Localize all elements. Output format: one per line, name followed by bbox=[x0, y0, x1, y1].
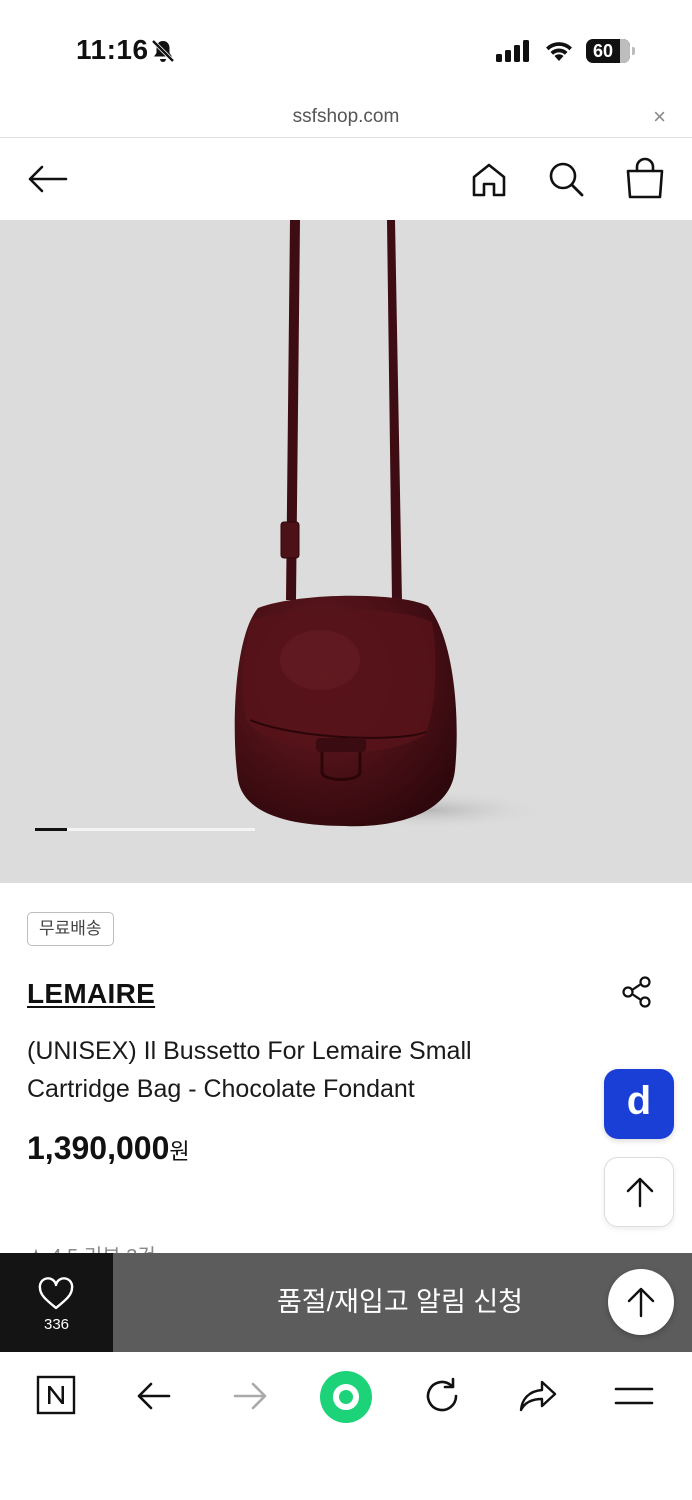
product-price: 1,390,000원 bbox=[27, 1130, 190, 1167]
naver-n-icon[interactable] bbox=[36, 1375, 76, 1415]
home-icon[interactable] bbox=[470, 161, 508, 199]
battery-level: 60 bbox=[592, 41, 614, 61]
image-pager-current bbox=[35, 828, 67, 831]
share-icon[interactable] bbox=[620, 975, 654, 1009]
brand-link[interactable]: LEMAIRE bbox=[27, 978, 155, 1010]
d-app-button[interactable]: d bbox=[604, 1069, 674, 1139]
status-bar: 11:16 60 bbox=[0, 0, 692, 100]
price-currency: 원 bbox=[169, 1139, 190, 1164]
wifi-icon bbox=[546, 42, 572, 61]
battery-indicator: 60 bbox=[586, 39, 630, 63]
refresh-icon[interactable] bbox=[423, 1377, 461, 1415]
back-arrow-icon[interactable] bbox=[28, 165, 68, 193]
forward-icon[interactable] bbox=[232, 1381, 268, 1411]
arrow-up-icon bbox=[627, 1287, 655, 1318]
review-summary[interactable]: ★ 4.5 리뷰 3건 bbox=[27, 1240, 156, 1254]
shopping-bag-icon[interactable] bbox=[625, 157, 665, 199]
product-name: (UNISEX) Il Bussetto For Lemaire Small C… bbox=[27, 1037, 472, 1103]
product-image[interactable] bbox=[0, 220, 692, 883]
heart-icon bbox=[38, 1277, 74, 1310]
cellular-signal-icon bbox=[496, 40, 529, 62]
price-value: 1,390,000 bbox=[27, 1130, 170, 1166]
scroll-top-button[interactable] bbox=[604, 1157, 674, 1227]
restock-notify-label: 품절/재입고 알림 신청 bbox=[276, 1287, 524, 1317]
wishlist-button[interactable]: 336 bbox=[0, 1253, 113, 1352]
arrow-up-icon bbox=[626, 1177, 654, 1208]
page-header bbox=[0, 139, 692, 220]
menu-icon[interactable] bbox=[614, 1385, 654, 1407]
green-home-icon[interactable] bbox=[319, 1370, 373, 1424]
wishlist-count: 336 bbox=[43, 1316, 70, 1333]
close-icon[interactable]: × bbox=[653, 106, 666, 128]
bell-muted-icon bbox=[151, 39, 175, 63]
status-time: 11:16 bbox=[76, 34, 149, 65]
share-arrow-icon[interactable] bbox=[518, 1379, 558, 1413]
image-pager bbox=[35, 828, 255, 831]
search-icon[interactable] bbox=[547, 160, 585, 198]
browser-url-bar: ssfshop.com × bbox=[0, 100, 692, 138]
restock-notify-button[interactable]: 품절/재입고 알림 신청 bbox=[113, 1253, 687, 1352]
free-shipping-badge: 무료배송 bbox=[27, 912, 114, 946]
scroll-top-circle-button[interactable] bbox=[608, 1269, 674, 1335]
browser-toolbar bbox=[0, 1352, 692, 1500]
purchase-action-bar: 336 품절/재입고 알림 신청 bbox=[0, 1253, 692, 1352]
url-text[interactable]: ssfshop.com bbox=[0, 106, 692, 128]
battery-tip bbox=[632, 47, 635, 55]
bag-illustration bbox=[234, 220, 550, 830]
back-icon[interactable] bbox=[136, 1381, 172, 1411]
